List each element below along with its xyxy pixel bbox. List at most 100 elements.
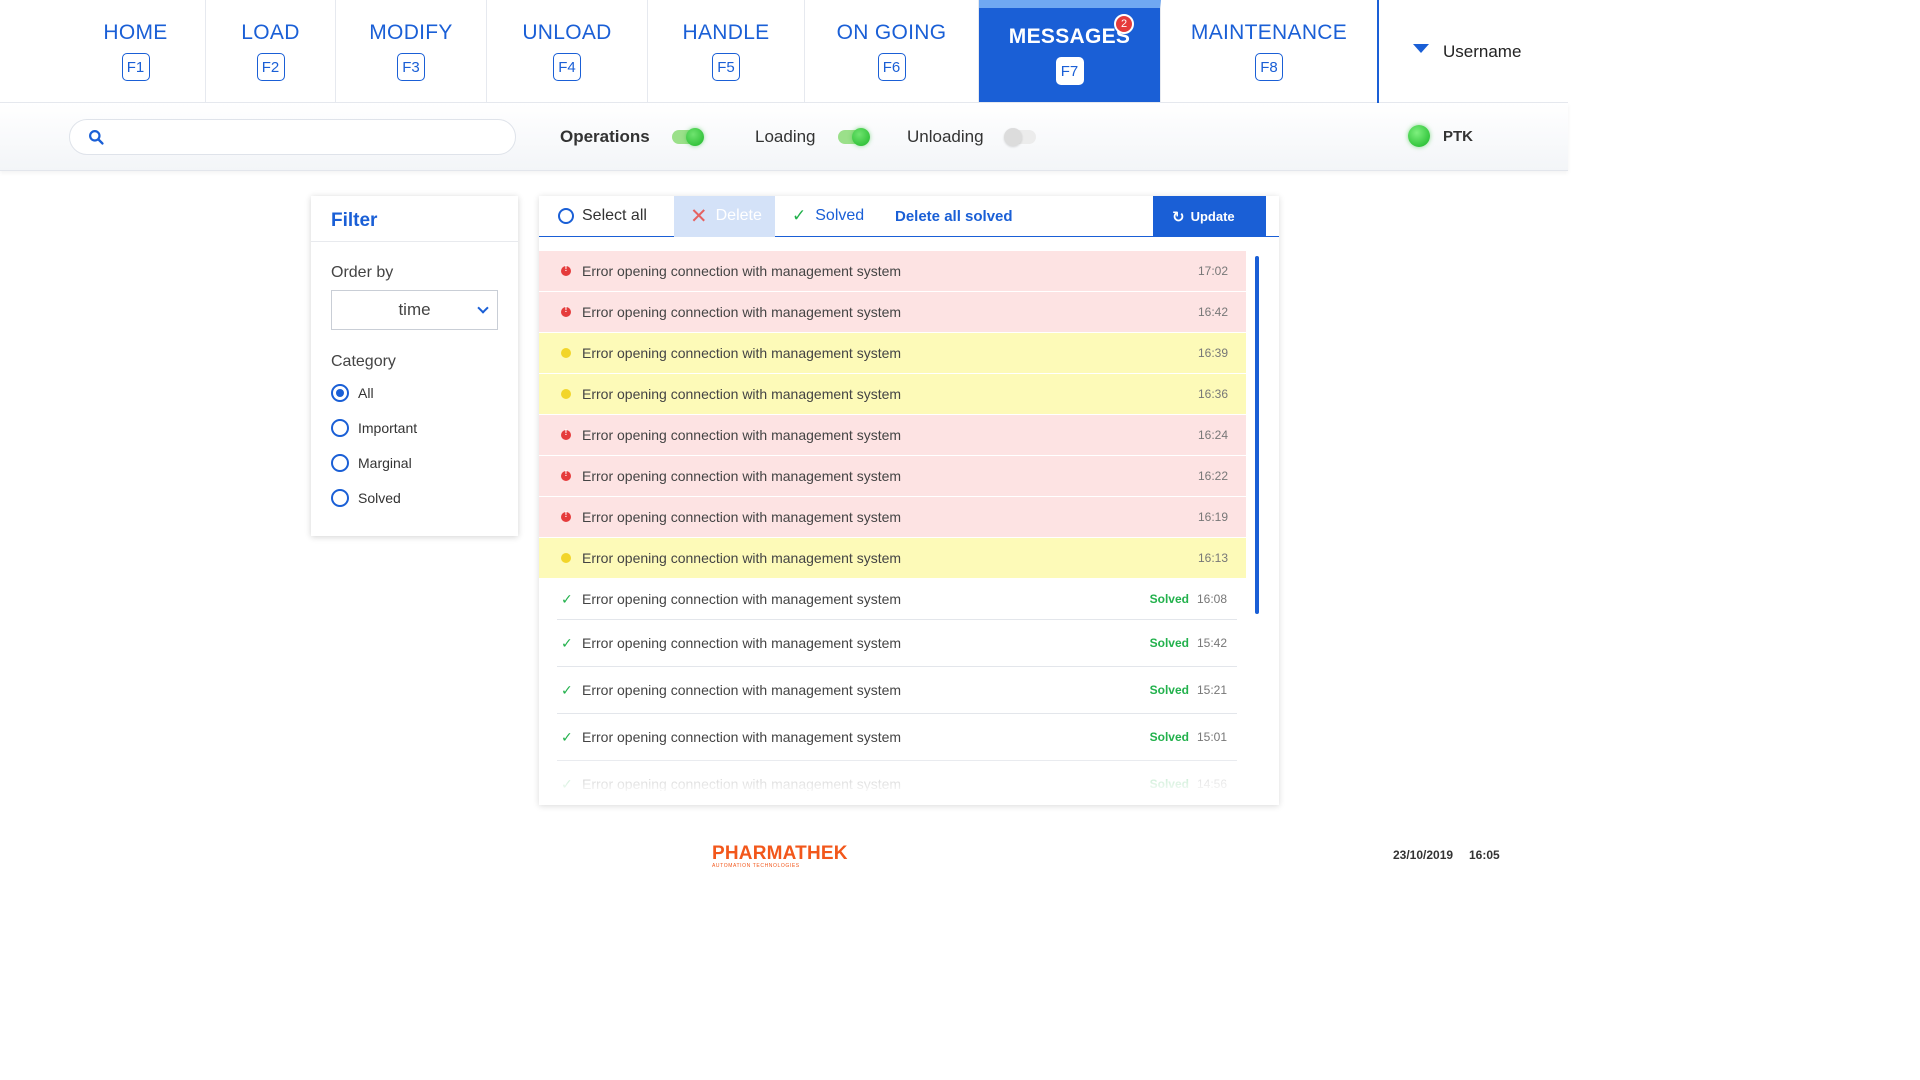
message-text: Error opening connection with management… <box>582 304 902 320</box>
tab-load[interactable]: LOAD F2 <box>206 0 336 102</box>
solved-label: Solved <box>815 207 865 224</box>
search-input[interactable] <box>115 128 495 146</box>
tab-label: ON GOING <box>836 21 947 44</box>
radio-label: All <box>358 384 374 401</box>
message-row[interactable]: Error opening connection with management… <box>539 251 1246 292</box>
status-indicator-icon <box>1408 125 1430 147</box>
shortcut-key: F3 <box>397 53 425 81</box>
shortcut-key: F7 <box>1055 57 1084 85</box>
refresh-icon: ↻ <box>1172 208 1185 226</box>
scrollbar[interactable] <box>1255 256 1259 614</box>
search-box[interactable] <box>69 119 516 155</box>
toggle-knob <box>685 128 704 146</box>
message-row[interactable]: Error opening connection with management… <box>539 374 1246 415</box>
message-row[interactable]: ✓ Error opening connection with managemen… <box>557 667 1237 714</box>
tab-unload[interactable]: UNLOAD F4 <box>487 0 648 102</box>
message-row[interactable]: Error opening connection with management… <box>539 333 1246 374</box>
message-time: 16:39 <box>1198 346 1229 360</box>
order-by-select[interactable]: time <box>331 290 498 330</box>
company-logo: PHARMATHEK AUTOMATION TECHNOLOGIES <box>712 843 848 869</box>
message-row[interactable]: ✓ Error opening connection with managemen… <box>557 714 1237 761</box>
radio-unchecked-icon <box>331 488 349 507</box>
warning-icon <box>561 348 571 358</box>
shortcut-key: F5 <box>712 53 740 81</box>
solved-status: Solved <box>1149 592 1189 606</box>
messages-action-bar: Select all ✕ Delete ✓ Solved Delete all … <box>539 196 1279 237</box>
operations-toggle[interactable] <box>671 128 704 146</box>
category-option-important[interactable]: Important <box>311 410 518 445</box>
category-option-solved[interactable]: Solved <box>311 480 518 515</box>
toggle-knob <box>1003 128 1022 146</box>
shortcut-key: F1 <box>121 53 150 81</box>
tab-maintenance[interactable]: MAINTENANCE F8 <box>1161 0 1377 102</box>
filter-panel: Filter Order by time Category All Import… <box>311 196 518 536</box>
radio-unchecked-icon <box>331 418 349 437</box>
category-option-all[interactable]: All <box>311 375 518 410</box>
toggle-knob <box>851 128 870 146</box>
check-icon: ✓ <box>792 206 807 225</box>
solved-status: Solved <box>1149 683 1189 697</box>
search-icon <box>89 129 104 145</box>
message-text: Error opening connection with management… <box>582 509 902 525</box>
message-time: 14:56 <box>1197 777 1228 791</box>
message-text: Error opening connection with management… <box>582 468 902 484</box>
operations-label: Operations <box>560 127 650 146</box>
delete-all-solved-label: Delete all solved <box>895 207 1013 225</box>
tab-modify[interactable]: MODIFY F3 <box>336 0 487 102</box>
unloading-toggle-group: Unloading <box>907 127 1036 147</box>
warning-icon <box>561 389 571 399</box>
top-navigation: HOME F1 LOAD F2 MODIFY F3 UNLOAD F4 HAND… <box>0 0 1568 103</box>
tab-label: HOME <box>103 21 168 44</box>
brand-name: PHARMATHEK <box>712 843 848 864</box>
loading-toggle[interactable] <box>837 128 870 146</box>
caret-down-icon <box>1413 44 1429 53</box>
select-all-label: Select all <box>582 207 647 224</box>
check-icon: ✓ <box>561 591 573 607</box>
update-button[interactable]: ↻ Update <box>1153 196 1266 237</box>
order-by-value: time <box>398 300 431 319</box>
message-text: Error opening connection with management… <box>582 386 902 402</box>
tab-messages[interactable]: 2 MESSAGES F7 <box>979 0 1161 102</box>
message-text: Error opening connection with management… <box>582 682 902 698</box>
radio-unchecked-icon <box>331 453 349 472</box>
tab-home[interactable]: HOME F1 <box>66 0 206 102</box>
message-time: 17:02 <box>1198 264 1229 278</box>
notification-badge: 2 <box>1114 14 1134 34</box>
message-text: Error opening connection with management… <box>582 427 902 443</box>
delete-all-solved-button[interactable]: Delete all solved <box>879 196 1013 237</box>
message-row[interactable]: Error opening connection with management… <box>539 456 1246 497</box>
warning-icon <box>561 553 571 563</box>
error-icon <box>561 305 571 317</box>
tab-label: UNLOAD <box>522 21 612 44</box>
error-icon <box>561 510 571 522</box>
unloading-toggle[interactable] <box>1003 128 1036 146</box>
message-row[interactable]: Error opening connection with management… <box>539 292 1246 333</box>
filter-title: Filter <box>311 196 518 242</box>
message-time: 15:42 <box>1197 636 1228 650</box>
tab-handle[interactable]: HANDLE F5 <box>648 0 805 102</box>
footer-time: 16:05 <box>1469 848 1500 862</box>
message-row[interactable]: ✓ Error opening connection with managemen… <box>557 620 1237 667</box>
message-row[interactable]: ✓ Error opening connection with managemen… <box>557 579 1237 620</box>
message-row[interactable]: Error opening connection with management… <box>539 538 1246 579</box>
close-icon: ✕ <box>690 204 708 228</box>
delete-label: Delete <box>715 207 762 224</box>
footer-date: 23/10/2019 <box>1393 848 1454 862</box>
message-row[interactable]: Error opening connection with management… <box>539 415 1246 456</box>
message-row[interactable]: ✓ Error opening connection with managemen… <box>557 761 1237 791</box>
delete-button[interactable]: ✕ Delete <box>674 196 775 237</box>
select-all-button[interactable]: Select all <box>539 196 674 237</box>
operations-toggle-group: Operations <box>560 127 704 147</box>
user-menu[interactable]: Username <box>1377 0 1568 103</box>
tab-label: MESSAGES <box>1008 25 1131 48</box>
category-option-marginal[interactable]: Marginal <box>311 445 518 480</box>
username: Username <box>1443 41 1522 61</box>
tab-on-going[interactable]: ON GOING F6 <box>805 0 979 102</box>
message-time: 16:13 <box>1198 551 1229 565</box>
message-row[interactable]: Error opening connection with management… <box>539 497 1246 538</box>
mark-solved-button[interactable]: ✓ Solved <box>775 196 879 237</box>
tab-label: LOAD <box>241 21 300 44</box>
shortcut-key: F4 <box>553 53 581 81</box>
radio-label: Marginal <box>358 454 412 471</box>
message-time: 16:36 <box>1198 387 1229 401</box>
